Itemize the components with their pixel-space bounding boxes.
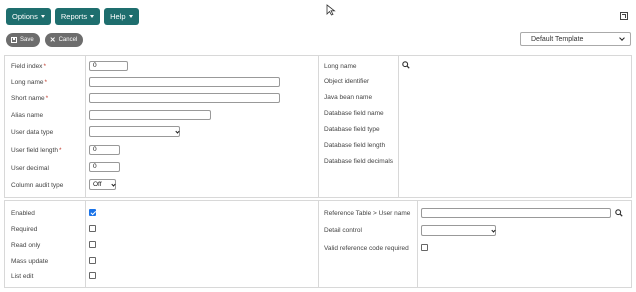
chevron-down-icon <box>491 228 496 233</box>
save-button-label: Save <box>20 37 34 43</box>
field-index-input[interactable]: 0 <box>89 61 128 71</box>
panel-divider <box>318 56 319 197</box>
caret-down-icon <box>90 15 95 18</box>
chevron-down-icon <box>619 35 625 41</box>
short-name-input[interactable] <box>89 93 280 103</box>
field-definition-panel: Field index* 0 Long name* Short name* Al… <box>4 55 632 198</box>
user-data-type-label: User data type <box>11 129 54 136</box>
mouse-cursor-icon <box>326 4 336 16</box>
read-only-label: Read only <box>11 242 41 249</box>
mass-update-label: Mass update <box>11 258 49 265</box>
info-long-name-label: Long name <box>324 63 357 70</box>
action-bar: Save ✕ Cancel <box>6 33 84 47</box>
chevron-down-icon <box>111 182 116 187</box>
mass-update-checkbox[interactable] <box>89 257 96 264</box>
reference-table-label: Reference Table > User name <box>324 210 411 217</box>
object-identifier-label: Object identifier <box>324 78 370 85</box>
column-audit-type-select[interactable]: Off <box>89 179 116 190</box>
column-audit-type-value: Off <box>93 181 102 188</box>
reports-menu-label: Reports <box>60 12 88 21</box>
valid-reference-code-label: Valid reference code required <box>324 245 409 252</box>
menubar: Options Reports Help <box>6 8 139 26</box>
user-field-length-input[interactable]: 0 <box>89 145 120 155</box>
user-decimal-input[interactable]: 0 <box>89 162 120 172</box>
panel-divider <box>398 56 399 197</box>
field-flags-panel: Enabled Required Read only Mass update L… <box>4 200 632 288</box>
caret-down-icon <box>128 15 133 18</box>
reference-table-input[interactable] <box>421 208 611 218</box>
close-icon: ✕ <box>49 36 56 44</box>
long-name-label: Long name* <box>11 79 48 86</box>
search-icon[interactable] <box>402 61 410 69</box>
long-name-input[interactable] <box>89 77 280 87</box>
detail-control-label: Detail control <box>324 227 362 234</box>
cancel-button[interactable]: ✕ Cancel <box>44 33 84 47</box>
floppy-disk-icon <box>11 37 17 43</box>
database-field-decimals-label: Database field decimals <box>324 158 394 165</box>
options-menu-button[interactable]: Options <box>6 8 51 25</box>
short-name-label: Short name* <box>11 95 49 102</box>
user-data-type-select[interactable] <box>89 126 180 137</box>
alias-name-label: Alias name <box>11 112 44 119</box>
help-menu-label: Help <box>110 12 126 21</box>
caret-down-icon <box>40 15 45 18</box>
database-field-name-label: Database field name <box>324 110 384 117</box>
valid-reference-code-checkbox[interactable] <box>421 244 428 251</box>
template-select[interactable]: Default Template <box>520 32 631 46</box>
panel-divider <box>318 201 319 287</box>
chevron-down-icon <box>175 129 180 134</box>
panel-divider <box>85 201 86 287</box>
required-label: Required <box>11 226 38 233</box>
enabled-label: Enabled <box>11 210 35 217</box>
field-index-label: Field index* <box>11 63 46 70</box>
read-only-checkbox[interactable] <box>89 241 96 248</box>
expand-window-icon[interactable] <box>620 12 628 20</box>
list-edit-label: List edit <box>11 273 34 280</box>
alias-name-input[interactable] <box>89 110 211 120</box>
database-field-length-label: Database field length <box>324 142 386 149</box>
search-icon[interactable] <box>615 209 623 217</box>
cancel-button-label: Cancel <box>58 37 78 43</box>
template-select-value: Default Template <box>531 35 584 43</box>
save-button[interactable]: Save <box>6 33 40 47</box>
column-audit-type-label: Column audit type <box>11 182 64 189</box>
options-menu-label: Options <box>12 12 38 21</box>
java-bean-name-label: Java bean name <box>324 94 373 101</box>
database-field-type-label: Database field type <box>324 126 380 133</box>
panel-divider <box>85 56 86 197</box>
panel-divider <box>417 201 418 287</box>
required-checkbox[interactable] <box>89 225 96 232</box>
enabled-checkbox[interactable] <box>89 209 96 216</box>
user-field-length-label: User field length* <box>11 147 62 154</box>
list-edit-checkbox[interactable] <box>89 272 96 279</box>
detail-control-select[interactable] <box>421 225 496 236</box>
user-decimal-label: User decimal <box>11 165 49 172</box>
help-menu-button[interactable]: Help <box>104 8 139 25</box>
reports-menu-button[interactable]: Reports <box>54 8 101 25</box>
